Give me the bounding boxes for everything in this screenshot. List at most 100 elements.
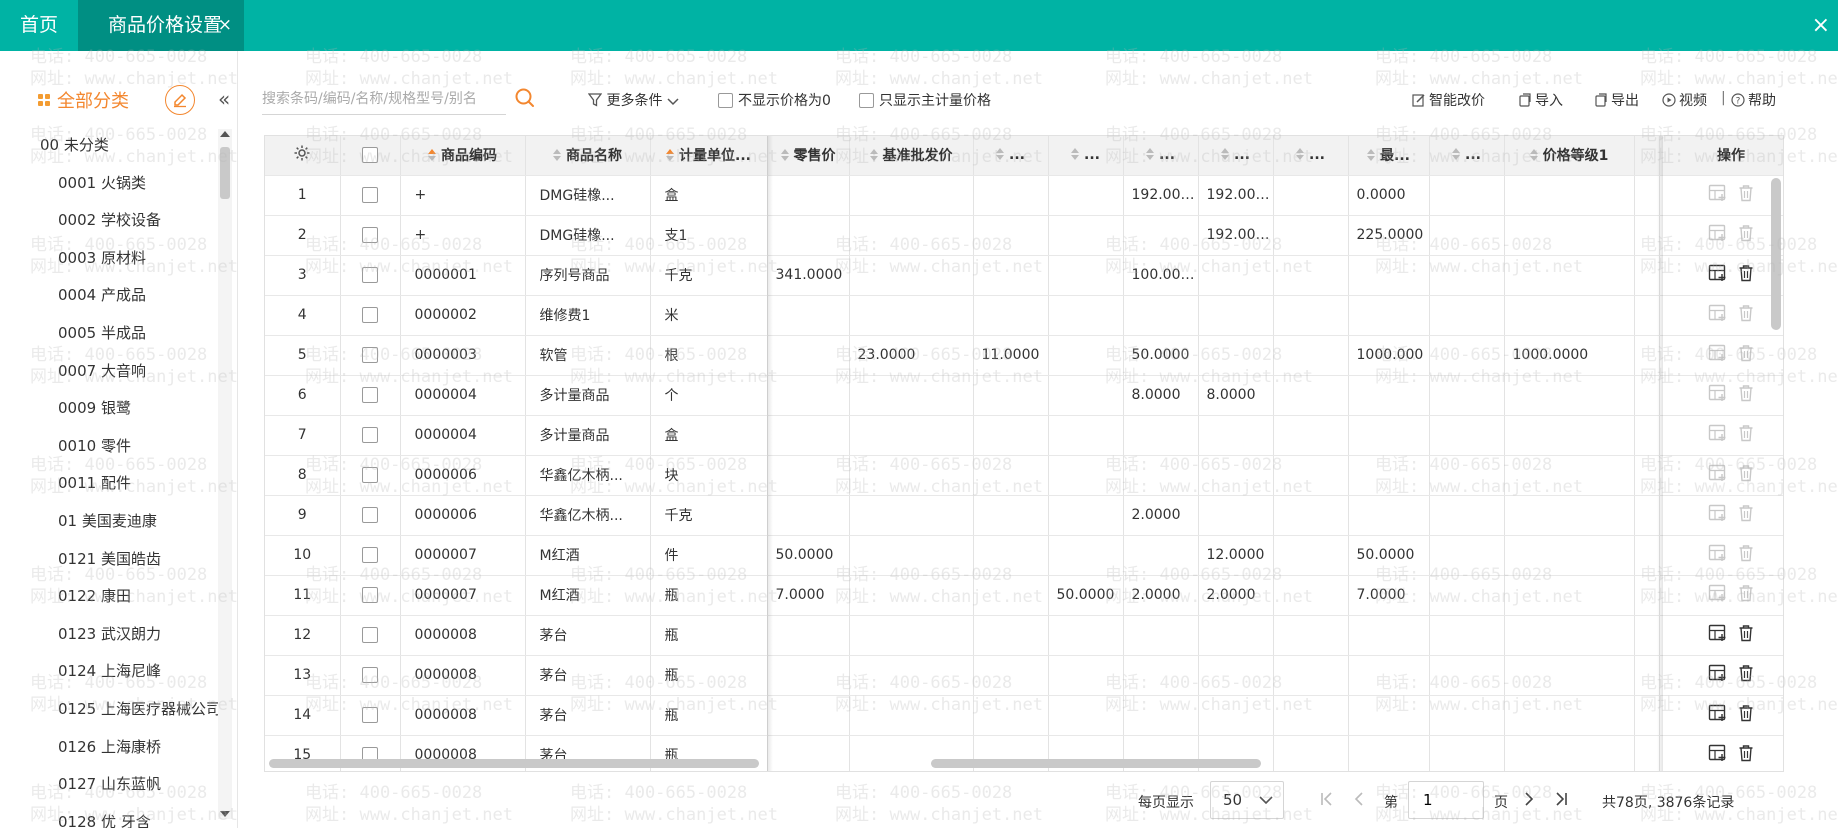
- cell-price[interactable]: [849, 695, 974, 736]
- cell-price[interactable]: 7.0000: [1348, 575, 1430, 616]
- cell-price[interactable]: [1123, 215, 1199, 256]
- checkbox-box[interactable]: [362, 547, 378, 563]
- sidebar-scrollbar[interactable]: [218, 129, 232, 819]
- cell-price[interactable]: [1348, 735, 1430, 771]
- cell-price[interactable]: [1429, 655, 1505, 696]
- cell-price[interactable]: 341.0000: [767, 255, 850, 296]
- edit-row-icon[interactable]: [1708, 584, 1728, 606]
- cell-code[interactable]: +: [400, 215, 526, 256]
- cell-unit[interactable]: 瓶: [650, 615, 768, 656]
- cell-price[interactable]: 50.0000: [1123, 335, 1199, 376]
- delete-row-icon[interactable]: [1738, 184, 1754, 206]
- cell-price[interactable]: [767, 735, 850, 771]
- window-close-icon[interactable]: ×: [1812, 0, 1830, 51]
- cell-price[interactable]: [1348, 295, 1430, 336]
- edit-row-icon[interactable]: [1708, 664, 1728, 686]
- cell-price[interactable]: [849, 495, 974, 536]
- cell-unit[interactable]: 千克: [650, 255, 768, 296]
- cell-price[interactable]: [1048, 295, 1124, 336]
- cell-name[interactable]: 维修费1: [525, 295, 651, 336]
- cell-code[interactable]: 0000002: [400, 295, 526, 336]
- delete-row-icon[interactable]: [1738, 624, 1754, 646]
- category-item[interactable]: 0007 大音响: [0, 353, 216, 391]
- cell-price[interactable]: [1048, 335, 1124, 376]
- cell-code[interactable]: 0000003: [400, 335, 526, 376]
- cell-price[interactable]: [1504, 255, 1635, 296]
- cell-name[interactable]: 序列号商品: [525, 255, 651, 296]
- hide-zero-price-checkbox[interactable]: 不显示价格为0: [718, 90, 831, 110]
- table-row[interactable]: 8 0000006 华鑫亿木柄... 块: [265, 455, 1783, 496]
- checkbox-box[interactable]: [362, 667, 378, 683]
- cell-price[interactable]: [767, 375, 850, 416]
- col-code[interactable]: 商品编码: [400, 136, 526, 176]
- col-11[interactable]: 最...: [1348, 136, 1430, 176]
- category-item[interactable]: 0123 武汉朗力: [0, 616, 216, 654]
- cell-price[interactable]: [1348, 615, 1430, 656]
- category-item[interactable]: 0009 银鹭: [0, 390, 216, 428]
- cell-price[interactable]: [1504, 495, 1635, 536]
- cell-name[interactable]: 华鑫亿木柄...: [525, 455, 651, 496]
- cell-code[interactable]: 0000004: [400, 415, 526, 456]
- cell-price[interactable]: [849, 375, 974, 416]
- delete-row-icon[interactable]: [1738, 224, 1754, 246]
- delete-row-icon[interactable]: [1738, 384, 1754, 406]
- cell-price[interactable]: [1348, 375, 1430, 416]
- cell-price[interactable]: [1504, 455, 1635, 496]
- col-wholesale[interactable]: 基准批发价: [849, 136, 974, 176]
- table-row[interactable]: 12 0000008 茅台瓶: [265, 615, 1783, 656]
- cell-name[interactable]: DMG硅橡...: [525, 215, 651, 256]
- cell-price[interactable]: [1429, 735, 1505, 771]
- cell-price[interactable]: [973, 255, 1049, 296]
- cell-price[interactable]: [1198, 615, 1274, 656]
- sort-icon[interactable]: [1071, 148, 1080, 161]
- cell-price[interactable]: 50.0000: [1048, 575, 1124, 616]
- cell-price[interactable]: [1123, 295, 1199, 336]
- delete-row-icon[interactable]: [1738, 424, 1754, 446]
- edit-row-icon[interactable]: [1708, 704, 1728, 726]
- cell-price[interactable]: 100.0000: [1123, 255, 1199, 296]
- scroll-down-icon[interactable]: [220, 811, 230, 817]
- cell-price[interactable]: 192.0000: [1123, 175, 1199, 216]
- cell-price[interactable]: [1048, 455, 1124, 496]
- cell-price[interactable]: [1429, 255, 1505, 296]
- col-7[interactable]: ...: [1048, 136, 1124, 176]
- cell-price[interactable]: 50.0000: [1348, 535, 1430, 576]
- cell-price[interactable]: [1429, 335, 1505, 376]
- edit-row-icon[interactable]: [1708, 464, 1728, 486]
- cell-price[interactable]: [1348, 255, 1430, 296]
- cell-price[interactable]: [973, 695, 1049, 736]
- delete-row-icon[interactable]: [1738, 464, 1754, 486]
- cell-price[interactable]: [1504, 695, 1635, 736]
- cell-price[interactable]: [1273, 215, 1349, 256]
- cell-price[interactable]: 8.0000: [1198, 375, 1274, 416]
- cell-price[interactable]: [1048, 175, 1124, 216]
- cell-price[interactable]: [1273, 735, 1349, 771]
- cell-price[interactable]: [1429, 495, 1505, 536]
- checkbox-box[interactable]: [362, 227, 378, 243]
- search-icon[interactable]: [514, 87, 536, 113]
- table-row[interactable]: 7 0000004 多计量商品盒: [265, 415, 1783, 456]
- cell-code[interactable]: 0000007: [400, 575, 526, 616]
- category-item[interactable]: 0126 上海康桥: [0, 729, 216, 767]
- cell-price[interactable]: [1504, 375, 1635, 416]
- cell-price[interactable]: [849, 455, 974, 496]
- col-name[interactable]: 商品名称: [525, 136, 651, 176]
- col-10[interactable]: ...: [1273, 136, 1349, 176]
- cell-price[interactable]: 192.0000: [1198, 175, 1274, 216]
- cell-price[interactable]: [1273, 495, 1349, 536]
- cell-price[interactable]: [849, 655, 974, 696]
- edit-row-icon[interactable]: [1708, 504, 1728, 526]
- sort-icon[interactable]: [666, 149, 675, 162]
- cell-name[interactable]: DMG硅橡...: [525, 175, 651, 216]
- cell-price[interactable]: [1048, 255, 1124, 296]
- cell-price[interactable]: [1273, 695, 1349, 736]
- category-item[interactable]: 0121 美国皓齿: [0, 541, 216, 579]
- cell-name[interactable]: 软管: [525, 335, 651, 376]
- col-8[interactable]: ...: [1123, 136, 1199, 176]
- sidebar-scroll-thumb[interactable]: [220, 147, 230, 199]
- cell-price[interactable]: [1048, 495, 1124, 536]
- cell-code[interactable]: 0000007: [400, 535, 526, 576]
- cell-price[interactable]: [849, 215, 974, 256]
- cell-name[interactable]: 华鑫亿木柄...: [525, 495, 651, 536]
- cell-price[interactable]: [1198, 295, 1274, 336]
